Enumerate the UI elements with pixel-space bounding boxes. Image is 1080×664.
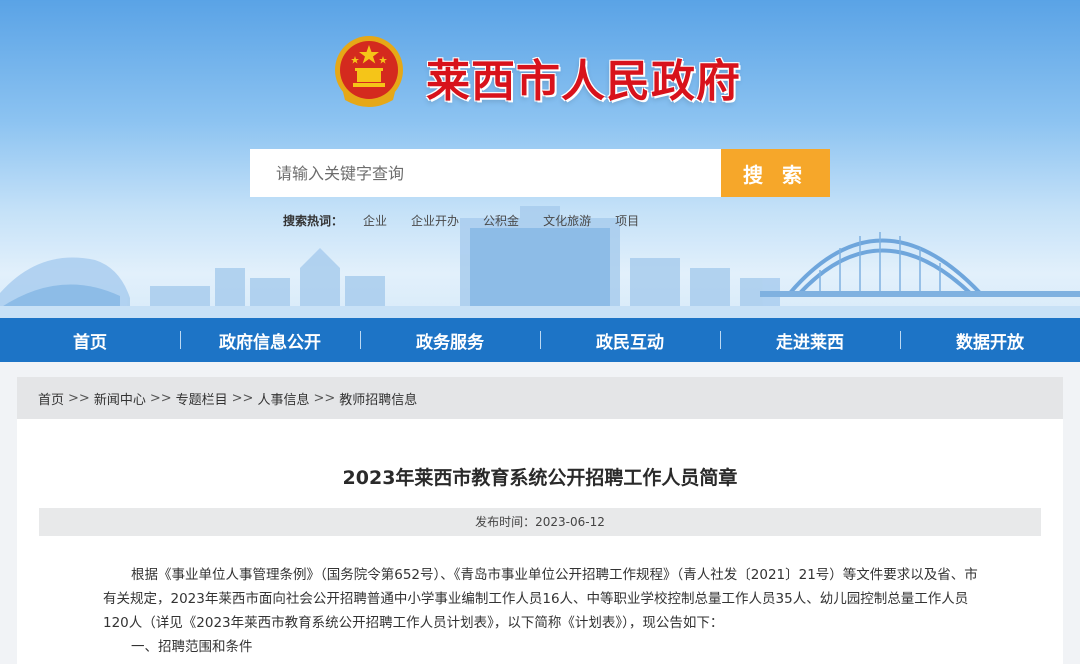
article-panel: 首页 >> 新闻中心 >> 专题栏目 >> 人事信息 >> 教师招聘信息 202… <box>17 377 1063 664</box>
hot-term-link[interactable]: 公积金 <box>483 212 519 229</box>
search-button[interactable]: 搜 索 <box>721 149 830 197</box>
national-emblem-icon <box>335 36 403 107</box>
nav-item-home[interactable]: 首页 <box>0 318 180 362</box>
section-heading: 一、招聘范围和条件 <box>131 639 253 655</box>
breadcrumb-separator: >> <box>231 390 254 406</box>
breadcrumb-link[interactable]: 首页 <box>38 389 64 408</box>
breadcrumb-link[interactable]: 教师招聘信息 <box>339 389 417 408</box>
breadcrumb-separator: >> <box>313 390 336 406</box>
nav-item-open-data[interactable]: 数据开放 <box>900 318 1080 362</box>
nav-item-about-laixi[interactable]: 走进莱西 <box>720 318 900 362</box>
breadcrumb-separator: >> <box>149 390 172 406</box>
nav-item-gov-info[interactable]: 政府信息公开 <box>180 318 360 362</box>
main-nav: 首页 政府信息公开 政务服务 政民互动 走进莱西 数据开放 <box>0 318 1080 362</box>
hot-term-link[interactable]: 项目 <box>615 212 639 229</box>
hot-term-link[interactable]: 企业开办 <box>411 212 459 229</box>
publish-time: 发布时间：2023-06-12 <box>39 508 1041 536</box>
article-paragraph: 根据《事业单位人事管理条例》（国务院令第652号）、《青岛市事业单位公开招聘工作… <box>103 567 978 631</box>
site-title: 莱西市人民政府 <box>426 56 741 107</box>
header-banner: 莱西市人民政府 搜 索 搜索热词： 企业 企业开办 公积金 文化旅游 项目 <box>0 0 1080 318</box>
search-input[interactable] <box>250 149 721 197</box>
hot-search-label: 搜索热词： <box>283 214 344 228</box>
article-title: 2023年莱西市教育系统公开招聘工作人员简章 <box>342 467 738 489</box>
hot-term-link[interactable]: 文化旅游 <box>543 212 591 229</box>
hot-term-link[interactable]: 企业 <box>363 212 387 229</box>
breadcrumb-link[interactable]: 新闻中心 <box>94 389 146 408</box>
nav-item-interaction[interactable]: 政民互动 <box>540 318 720 362</box>
nav-item-services[interactable]: 政务服务 <box>360 318 540 362</box>
breadcrumb-link[interactable]: 人事信息 <box>257 389 309 408</box>
breadcrumb-separator: >> <box>68 390 90 406</box>
hot-search-terms: 搜索热词： 企业 企业开办 公积金 文化旅游 项目 <box>283 212 663 229</box>
breadcrumb: 首页 >> 新闻中心 >> 专题栏目 >> 人事信息 >> 教师招聘信息 <box>17 377 1063 419</box>
article-body: 根据《事业单位人事管理条例》（国务院令第652号）、《青岛市事业单位公开招聘工作… <box>103 563 983 659</box>
breadcrumb-link[interactable]: 专题栏目 <box>176 389 228 408</box>
